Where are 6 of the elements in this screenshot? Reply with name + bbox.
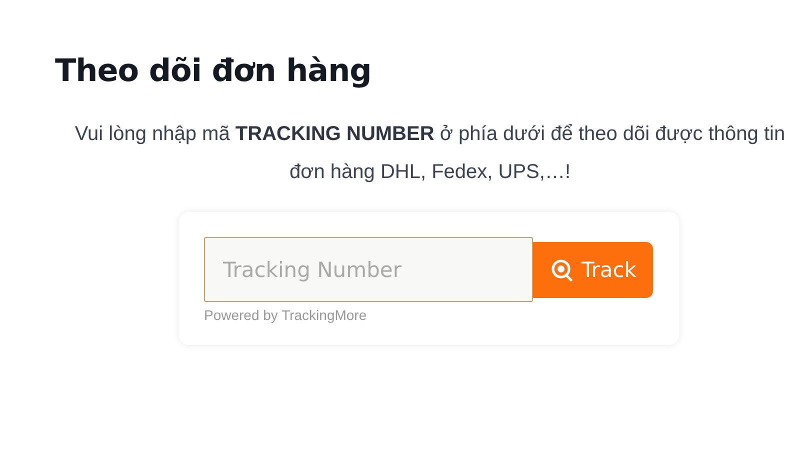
track-button[interactable]: Track bbox=[533, 242, 653, 298]
search-icon bbox=[550, 258, 574, 282]
intro-text: Vui lòng nhập mã TRACKING NUMBER ở phía dưới để theo dõi được thông tin đơn hàng DHL, Fedex, UPS,…! bbox=[74, 122, 786, 185]
credit-text: Powered by TrackingMore bbox=[204, 307, 368, 323]
page-title: Theo dõi đơn hàng bbox=[54, 52, 372, 89]
tracking-number-field[interactable]: Tracking Number bbox=[204, 237, 533, 302]
